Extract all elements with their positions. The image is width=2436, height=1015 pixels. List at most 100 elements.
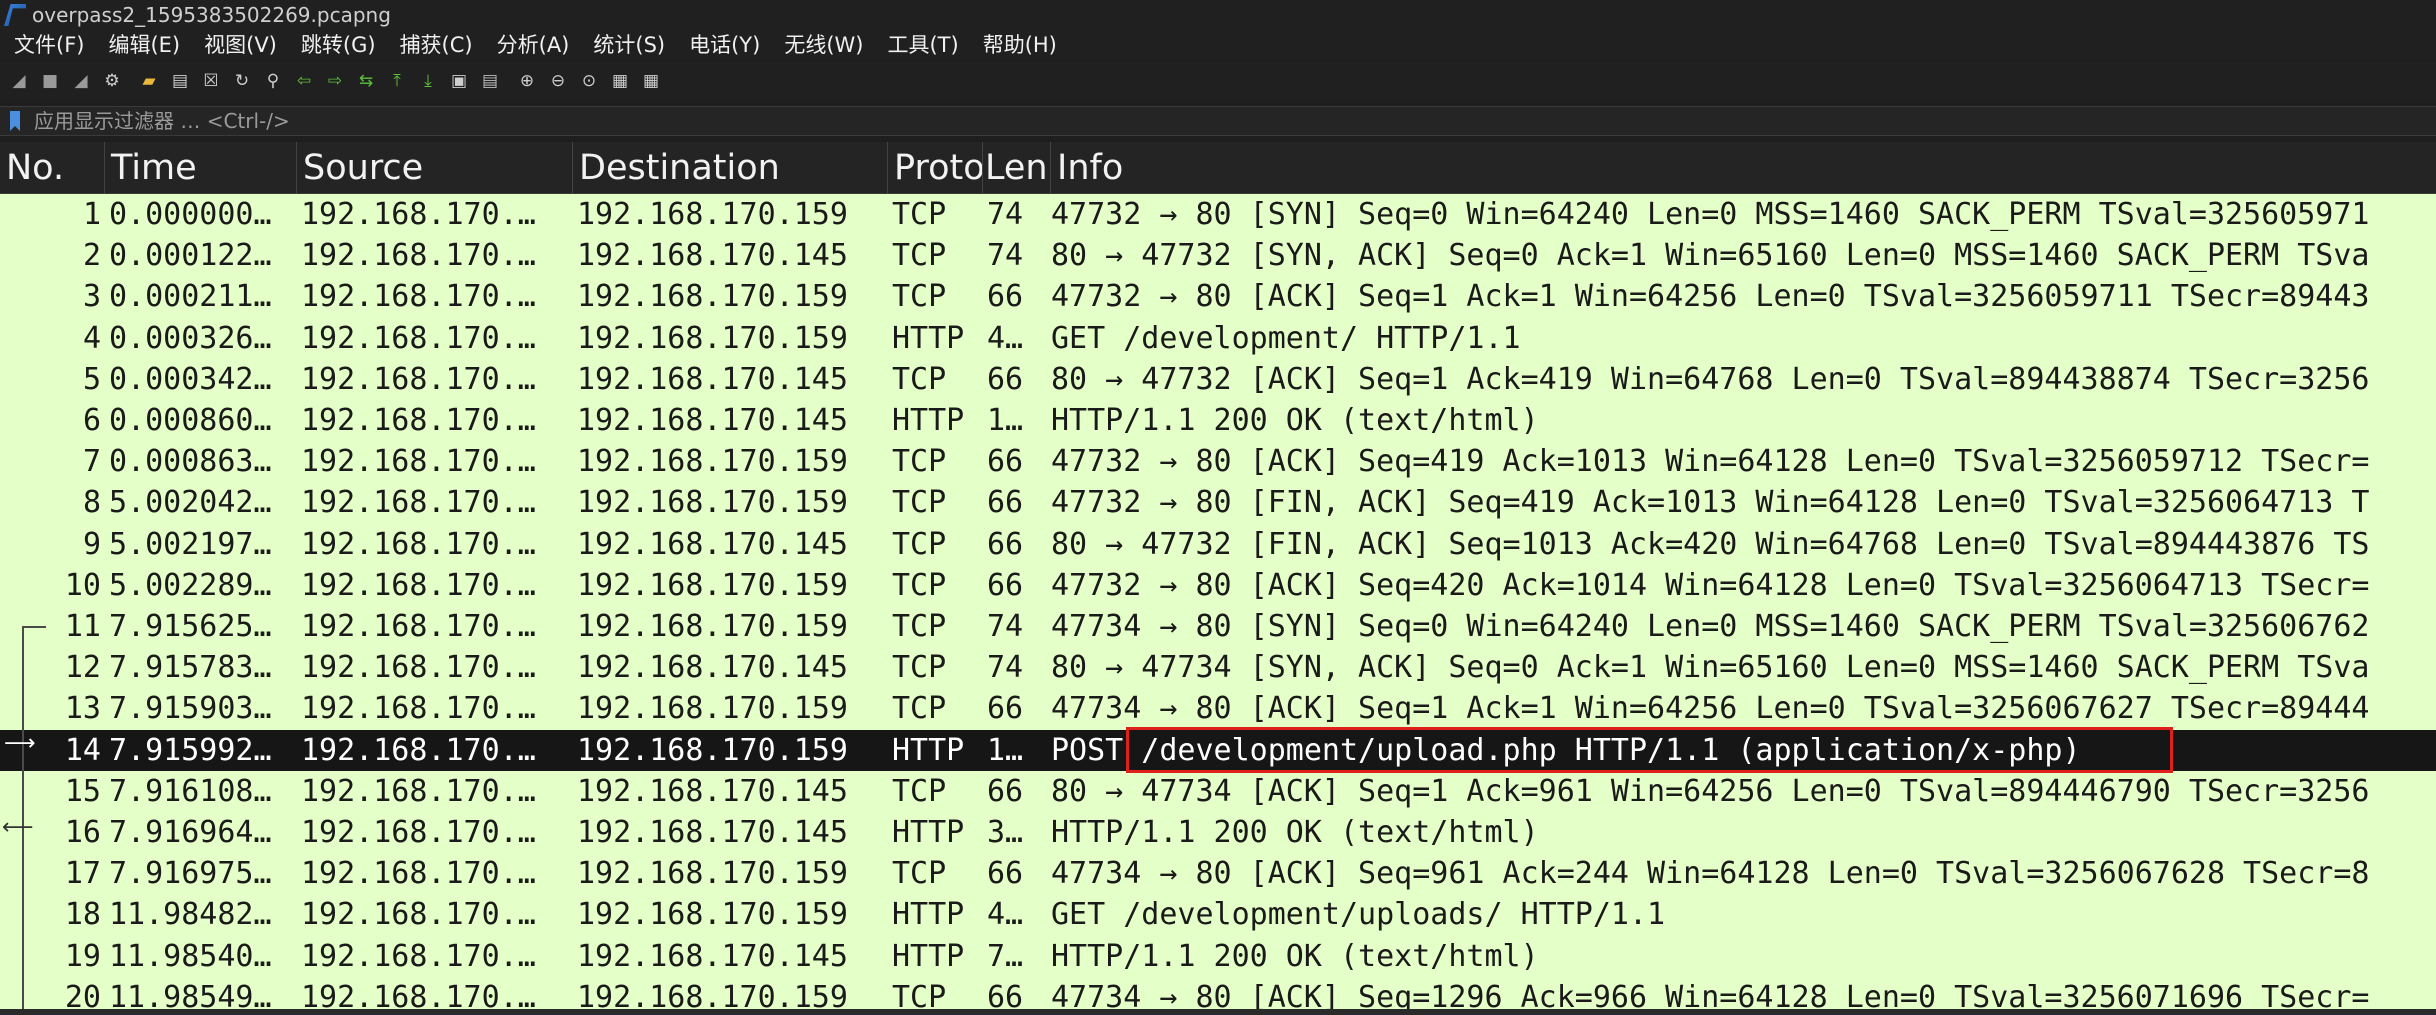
packet-proto: TCP [892, 527, 947, 562]
normal-size-icon[interactable]: ⊙ [578, 70, 600, 92]
packet-row[interactable]: 6 0.000860… 192.168.170.… 192.168.170.145 HT… [0, 400, 2436, 441]
packet-info: 80 → 47734 [SYN, ACK] Seq=0 Ack=1 Win=65… [1051, 650, 2370, 685]
packet-row[interactable]: 9 5.002197… 192.168.170.… 192.168.170.145 TC… [0, 524, 2436, 565]
menu-item-1[interactable]: 编辑(E) [94, 30, 190, 60]
menu-item-9[interactable]: 工具(T) [873, 30, 968, 60]
menu-item-8[interactable]: 无线(W) [770, 30, 873, 60]
packet-row[interactable]: 13 7.915903… 192.168.170.… 192.168.170.159 T… [0, 688, 2436, 729]
column-header-source[interactable]: Source [297, 141, 573, 194]
packet-row[interactable]: 10 5.002289… 192.168.170.… 192.168.170.159 T… [0, 565, 2436, 606]
colorize-icon[interactable]: ▤ [479, 70, 501, 92]
packet-src: 192.168.170.… [301, 609, 536, 644]
column-header-no[interactable]: No. [0, 141, 105, 194]
packet-time: 5.002289… [109, 568, 272, 603]
wireshark-logo-icon [4, 4, 26, 26]
find-packet-icon[interactable]: ⚲ [262, 70, 284, 92]
resize-columns-icon[interactable]: ▦ [609, 70, 631, 92]
packet-proto: TCP [892, 774, 947, 809]
restart-capture-icon[interactable]: ◢ [70, 70, 92, 92]
packet-row[interactable]: 3 0.000211… 192.168.170.… 192.168.170.159 TC… [0, 276, 2436, 317]
menu-item-5[interactable]: 分析(A) [483, 30, 580, 60]
packet-len: 66 [987, 691, 1024, 726]
packet-row[interactable]: 18 11.98482… 192.168.170.… 192.168.170.159 H… [0, 894, 2436, 935]
packet-info: HTTP/1.1 200 OK (text/html) [1051, 939, 1539, 974]
packet-no: 7 [82, 444, 101, 479]
packet-proto: TCP [892, 856, 947, 891]
column-header-time[interactable]: Time [105, 141, 297, 194]
packet-row[interactable]: 20 11.98549… 192.168.170.… 192.168.170.159 T… [0, 977, 2436, 1009]
packet-src: 192.168.170.… [301, 650, 536, 685]
packet-row[interactable]: 15 7.916108… 192.168.170.… 192.168.170.145 T… [0, 771, 2436, 812]
packet-proto: HTTP [892, 815, 965, 850]
menu-item-7[interactable]: 电话(Y) [675, 30, 770, 60]
packet-row[interactable]: 2 0.000122… 192.168.170.… 192.168.170.145 TC… [0, 235, 2436, 276]
packet-time: 7.915625… [109, 609, 272, 644]
packet-time: 7.916108… [109, 774, 272, 809]
shark-fin-start-icon[interactable]: ◢ [8, 70, 30, 92]
menu-item-0[interactable]: 文件(F) [0, 30, 94, 60]
capture-options-icon[interactable]: ⚙ [101, 70, 123, 92]
go-to-packet-icon[interactable]: ⇆ [355, 70, 377, 92]
zoom-out-icon[interactable]: ⊖ [547, 70, 569, 92]
packet-src: 192.168.170.… [301, 279, 536, 314]
packet-proto: HTTP [892, 939, 965, 974]
bottom-splitter[interactable] [0, 1009, 2436, 1015]
packet-row[interactable]: 1 0.000000… 192.168.170.… 192.168.170.159 TC… [0, 194, 2436, 235]
packet-row[interactable]: 8 5.002042… 192.168.170.… 192.168.170.159 TC… [0, 482, 2436, 523]
open-file-icon[interactable]: ▰ [138, 70, 160, 92]
packet-proto: TCP [892, 980, 947, 1009]
filter-bookmark-icon[interactable] [10, 111, 20, 131]
go-last-packet-icon[interactable]: ⤓ [417, 70, 439, 92]
close-file-icon[interactable]: ☒ [200, 70, 222, 92]
packet-proto: HTTP [892, 321, 965, 356]
packet-row[interactable]: 19 11.98540… 192.168.170.… 192.168.170.145 H… [0, 936, 2436, 977]
go-forward-icon[interactable]: ⇨ [324, 70, 346, 92]
packet-len: 74 [987, 650, 1024, 685]
autoscroll-icon[interactable]: ▣ [448, 70, 470, 92]
packet-row[interactable]: 17 7.916975… 192.168.170.… 192.168.170.159 T… [0, 853, 2436, 894]
packet-info: 47732 → 80 [SYN] Seq=0 Win=64240 Len=0 M… [1051, 197, 2370, 232]
packet-row[interactable]: 12 7.915783… 192.168.170.… 192.168.170.145 T… [0, 647, 2436, 688]
display-filter-input[interactable] [32, 108, 2436, 134]
packet-time: 7.916975… [109, 856, 272, 891]
layout-icon[interactable]: ▦ [640, 70, 662, 92]
reload-file-icon[interactable]: ↻ [231, 70, 253, 92]
packet-row-selected[interactable]: 14 7.915992… 192.168.170.… 192.168.170.159 H… [0, 730, 2436, 771]
packet-row[interactable]: 16 7.916964… 192.168.170.… 192.168.170.145 H… [0, 812, 2436, 853]
packet-proto: TCP [892, 444, 947, 479]
packet-no: 10 [64, 568, 101, 603]
zoom-in-icon[interactable]: ⊕ [516, 70, 538, 92]
column-header-destination[interactable]: Destination [573, 141, 888, 194]
packet-time: 11.98540… [109, 939, 272, 974]
menu-item-2[interactable]: 视图(V) [190, 30, 287, 60]
packet-len: 66 [987, 527, 1024, 562]
column-header-protocol[interactable]: Protoc [888, 141, 983, 194]
save-file-icon[interactable]: ▤ [169, 70, 191, 92]
window-title: overpass2_1595383502269.pcapng [32, 3, 391, 27]
packet-src: 192.168.170.… [301, 485, 536, 520]
menu-item-10[interactable]: 帮助(H) [969, 30, 1067, 60]
packet-info: 80 → 47732 [SYN, ACK] Seq=0 Ack=1 Win=65… [1051, 238, 2370, 273]
packet-info: HTTP/1.1 200 OK (text/html) [1051, 403, 1539, 438]
packet-list[interactable]: 1 0.000000… 192.168.170.… 192.168.170.159 TC… [0, 194, 2436, 1009]
packet-info: 47732 → 80 [ACK] Seq=419 Ack=1013 Win=64… [1051, 444, 2370, 479]
response-arrow-icon: ⟵ [2, 815, 34, 840]
menu-item-4[interactable]: 捕获(C) [386, 30, 483, 60]
column-header-info[interactable]: Info [1051, 142, 2436, 194]
menu-item-3[interactable]: 跳转(G) [287, 30, 386, 60]
stop-capture-icon[interactable]: ■ [39, 70, 61, 92]
menu-item-6[interactable]: 统计(S) [579, 30, 675, 60]
packet-no: 2 [82, 238, 101, 273]
packet-proto: TCP [892, 238, 947, 273]
packet-dst: 192.168.170.145 [577, 362, 848, 397]
packet-time: 0.000211… [109, 279, 272, 314]
packet-row[interactable]: 5 0.000342… 192.168.170.… 192.168.170.145 TC… [0, 359, 2436, 400]
go-back-icon[interactable]: ⇦ [293, 70, 315, 92]
packet-row[interactable]: 7 0.000863… 192.168.170.… 192.168.170.159 TC… [0, 441, 2436, 482]
packet-proto: TCP [892, 650, 947, 685]
packet-row[interactable]: 11 7.915625… 192.168.170.… 192.168.170.159 T… [0, 606, 2436, 647]
packet-row[interactable]: 4 0.000326… 192.168.170.… 192.168.170.159 HT… [0, 318, 2436, 359]
column-header-length[interactable]: Len [983, 141, 1051, 194]
go-first-packet-icon[interactable]: ⤒ [386, 70, 408, 92]
packet-src: 192.168.170.… [301, 362, 536, 397]
